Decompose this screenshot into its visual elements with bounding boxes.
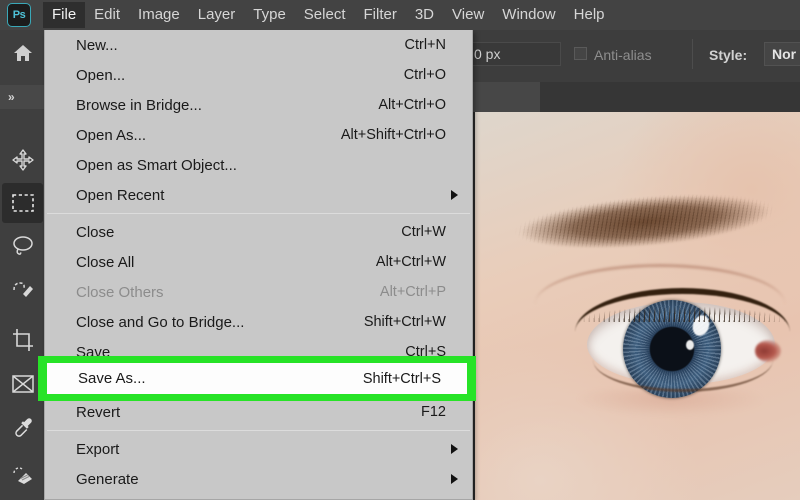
menu-item-accelerator: Alt+Ctrl+W	[375, 254, 446, 270]
menu-item-revert[interactable]: Revert F12	[45, 397, 472, 427]
menu-item-accelerator: Alt+Ctrl+P	[379, 284, 446, 300]
object-selection-tool[interactable]	[2, 269, 43, 309]
lasso-tool[interactable]	[2, 226, 43, 266]
menubar-item-3d[interactable]: 3D	[406, 2, 443, 28]
menu-item-label: Export	[76, 440, 120, 458]
menu-item-label: New...	[76, 36, 118, 54]
menu-item-label: Open...	[76, 66, 126, 84]
menubar-item-layer[interactable]: Layer	[189, 2, 245, 28]
menubar-item-file[interactable]: File	[43, 2, 86, 28]
expand-toolbar-button[interactable]: »	[0, 85, 45, 109]
menu-item-accelerator: Ctrl+O	[403, 67, 446, 83]
menu-item-accelerator: Alt+Ctrl+O	[378, 97, 446, 113]
photoshop-logo-text: Ps	[12, 8, 26, 21]
menu-item-close-others: Close Others Alt+Ctrl+P	[45, 277, 472, 307]
menu-item-open[interactable]: Open... Ctrl+O	[45, 60, 472, 90]
menu-separator	[47, 430, 470, 431]
menubar-item-help[interactable]: Help	[565, 2, 614, 28]
style-dropdown[interactable]: Nor	[764, 42, 800, 66]
style-label: Style:	[709, 47, 748, 63]
submenu-arrow-icon	[451, 474, 458, 484]
submenu-arrow-icon	[451, 444, 458, 454]
menu-separator	[47, 213, 470, 214]
eye-highlight-secondary	[686, 340, 694, 350]
photoshop-logo-icon: Ps	[7, 3, 31, 27]
menu-item-label: Close	[76, 223, 115, 241]
menu-item-export[interactable]: Export	[45, 434, 472, 464]
menu-item-label: Save As...	[78, 370, 146, 387]
options-divider	[692, 39, 693, 69]
crop-tool[interactable]	[2, 320, 43, 360]
menu-item-close-and-go-to-bridge[interactable]: Close and Go to Bridge... Shift+Ctrl+W	[45, 307, 472, 337]
frame-tool[interactable]	[2, 364, 43, 404]
menu-item-label: Close and Go to Bridge...	[76, 313, 245, 331]
move-tool[interactable]	[2, 140, 43, 180]
menu-item-save-as-highlighted[interactable]: Save As... Shift+Ctrl+S	[47, 363, 467, 394]
menu-item-accelerator: Ctrl+W	[401, 224, 446, 240]
menu-item-accelerator: Alt+Shift+Ctrl+O	[340, 127, 446, 143]
menu-item-label: Close All	[76, 253, 135, 271]
brush-tool[interactable]	[2, 496, 43, 500]
spot-healing-brush-tool[interactable]	[2, 454, 43, 494]
menu-item-label: Open As...	[76, 126, 147, 144]
document-image	[475, 112, 800, 500]
submenu-arrow-icon	[451, 190, 458, 200]
menu-item-label: Open Recent	[76, 186, 165, 204]
menubar-item-view[interactable]: View	[443, 2, 493, 28]
anti-alias-label: Anti-alias	[594, 47, 652, 63]
menu-item-open-as[interactable]: Open As... Alt+Shift+Ctrl+O	[45, 120, 472, 150]
menu-item-close-all[interactable]: Close All Alt+Ctrl+W	[45, 247, 472, 277]
menubar-item-image[interactable]: Image	[129, 2, 189, 28]
menu-item-accelerator: Shift+Ctrl+W	[363, 314, 446, 330]
menubar-item-edit[interactable]: Edit	[85, 2, 129, 28]
menu-item-label: Close Others	[76, 283, 164, 301]
menu-item-browse-in-bridge[interactable]: Browse in Bridge... Alt+Ctrl+O	[45, 90, 472, 120]
tools-panel: »	[0, 30, 46, 500]
menubar-item-window[interactable]: Window	[493, 2, 564, 28]
menu-item-open-as-smart-object[interactable]: Open as Smart Object...	[45, 150, 472, 180]
menu-item-accelerator: F12	[421, 404, 446, 420]
menu-item-generate[interactable]: Generate	[45, 464, 472, 494]
menu-item-label: Generate	[76, 470, 139, 488]
rectangular-marquee-tool[interactable]	[2, 183, 43, 223]
menu-item-new[interactable]: New... Ctrl+N	[45, 30, 472, 60]
menu-item-accelerator: Ctrl+N	[404, 37, 447, 53]
menu-item-label: Revert	[76, 403, 121, 421]
menu-item-label: Browse in Bridge...	[76, 96, 202, 114]
menubar-item-select[interactable]: Select	[295, 2, 355, 28]
menu-item-close[interactable]: Close Ctrl+W	[45, 217, 472, 247]
menubar-item-filter[interactable]: Filter	[355, 2, 406, 28]
upper-lashes	[575, 282, 790, 322]
home-icon[interactable]	[0, 30, 45, 75]
photoshop-window: » 0 px Anti-alias Style: Nor New... Ctrl…	[0, 0, 800, 500]
tear-duct	[755, 340, 781, 362]
eyedropper-tool[interactable]	[2, 408, 43, 448]
file-menu-dropdown[interactable]: New... Ctrl+N Open... Ctrl+O Browse in Bridg…	[44, 30, 473, 500]
menu-item-share[interactable]: Share...	[45, 494, 472, 499]
menu-item-accelerator: Shift+Ctrl+S	[362, 370, 441, 387]
anti-alias-checkbox[interactable]	[574, 47, 587, 60]
feather-input[interactable]: 0 px	[466, 42, 561, 66]
menubar-item-type[interactable]: Type	[244, 2, 295, 28]
menu-bar: Ps File Edit Image Layer Type Select Filter 3D V…	[0, 0, 800, 30]
menu-item-label: Open as Smart Object...	[76, 156, 237, 174]
menu-item-open-recent[interactable]: Open Recent	[45, 180, 472, 210]
